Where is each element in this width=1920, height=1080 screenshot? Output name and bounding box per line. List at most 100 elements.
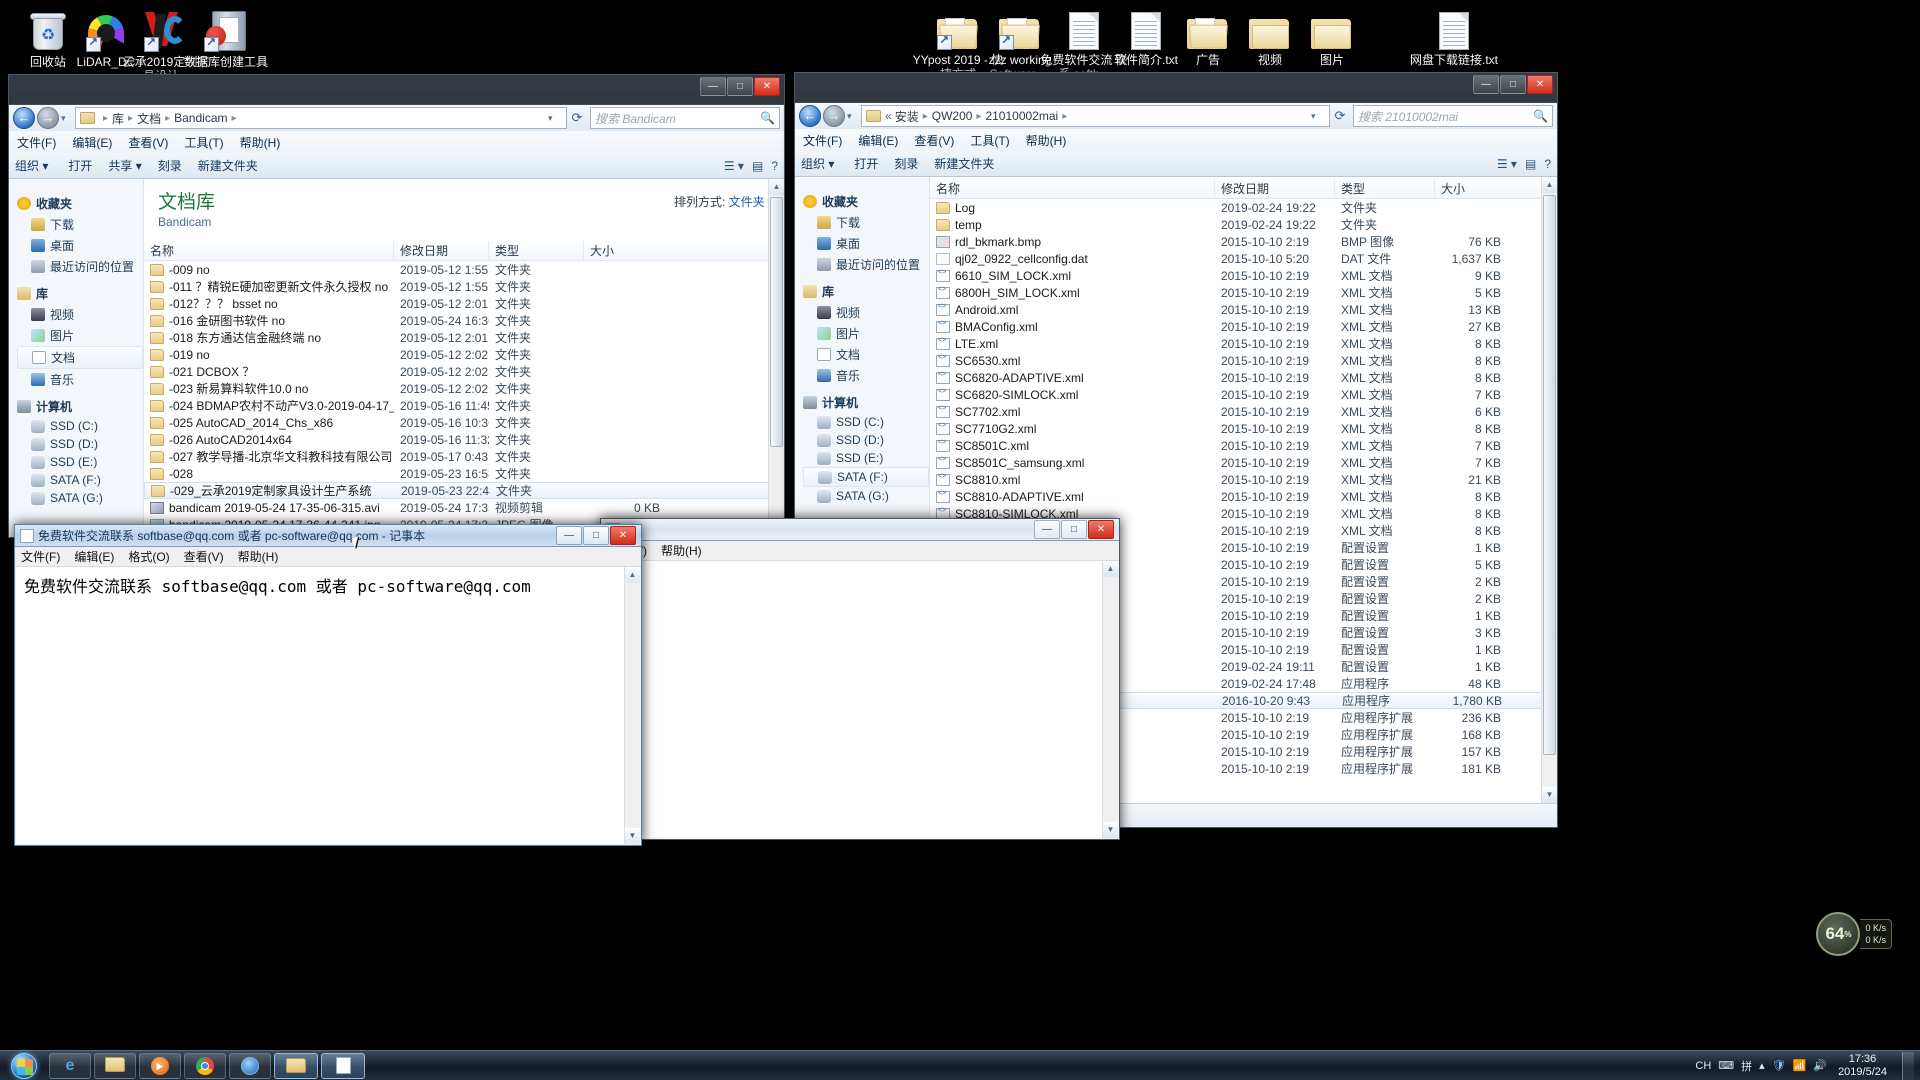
menu-item-view[interactable]: 查看(V) — [184, 548, 224, 565]
menu-item-file[interactable]: 文件(F) — [17, 134, 56, 151]
pinyin-icon[interactable]: 拼 — [1741, 1058, 1752, 1074]
volume-icon[interactable]: 🔊 — [1813, 1059, 1827, 1072]
table-row[interactable]: -012？？？ bsset no 2019-05-12 2:01 文件夹 — [144, 295, 784, 312]
menu-item-help[interactable]: 帮助(H) — [238, 548, 279, 565]
navigation-pane[interactable]: 收藏夹 下载 桌面 最近访问的位置 库 视频 图片 文档 音乐 计算机 SSD … — [9, 179, 144, 537]
file-list-pane[interactable]: 文档库 Bandicam 排列方式: 文件夹 ▾ 名称 修改日期 类型 大小 -… — [144, 179, 784, 537]
nav-item-videos[interactable]: 视频 — [803, 302, 929, 323]
breadcrumb[interactable]: « 安装 ▸ QW200 ▸ 21010002mai ▸ ▾ — [861, 105, 1330, 127]
nav-item-drive-e[interactable]: SSD (E:) — [17, 453, 143, 471]
forward-button[interactable]: → — [37, 107, 59, 129]
table-row[interactable]: -021 DCBOX ？ 2019-05-12 2:02 文件夹 — [144, 363, 784, 380]
nav-item-drive-e[interactable]: SSD (E:) — [803, 449, 929, 467]
taskbar-bandicam[interactable] — [229, 1052, 271, 1079]
ime-indicator[interactable]: CH — [1695, 1060, 1711, 1072]
table-row[interactable]: -024 BDMAP农村不动产V3.0-2019-04-17_64 (... 20… — [144, 397, 784, 414]
start-button[interactable] — [2, 1052, 46, 1080]
vertical-scrollbar[interactable]: ▲ ▼ — [1102, 561, 1118, 838]
help-icon[interactable]: ? — [1544, 157, 1551, 171]
refresh-icon[interactable]: ⟳ — [1330, 105, 1350, 127]
table-row[interactable]: bandicam 2019-05-24 17-35-06-315.avi 2019… — [144, 499, 784, 516]
column-header-name[interactable]: 名称 — [144, 240, 394, 261]
taskbar-explorer-window[interactable] — [274, 1052, 318, 1079]
nav-group-favorites[interactable]: 收藏夹 — [803, 193, 929, 210]
table-row[interactable]: SC6820-ADAPTIVE.xml 2015-10-10 2:19 XML 文档… — [930, 369, 1557, 386]
menu-item-edit[interactable]: 编辑(E) — [72, 134, 112, 151]
close-button[interactable]: ✕ — [610, 526, 636, 545]
nav-item-desktop[interactable]: 桌面 — [17, 235, 143, 256]
refresh-icon[interactable]: ⟳ — [567, 107, 587, 129]
nav-item-drive-c[interactable]: SSD (C:) — [17, 417, 143, 435]
table-row[interactable]: -027 教学导播-北京华文科教科技有限公司 华文... 2019-05-17 0… — [144, 448, 784, 465]
table-row[interactable]: temp 2019-02-24 19:22 文件夹 — [930, 216, 1557, 233]
table-row[interactable]: 6610_SIM_LOCK.xml 2015-10-10 2:19 XML 文档 9 … — [930, 267, 1557, 284]
breadcrumb-item-1[interactable]: 安装 — [895, 108, 919, 125]
table-row[interactable]: LTE.xml 2015-10-10 2:19 XML 文档 8 KB — [930, 335, 1557, 352]
column-header-date[interactable]: 修改日期 — [394, 240, 489, 261]
minimize-button[interactable]: — — [1473, 75, 1499, 94]
change-view-icon[interactable]: ☰ ▾ — [1497, 157, 1517, 171]
notepad-text-area[interactable] — [602, 561, 1102, 838]
breadcrumb-item-1[interactable]: 文档 — [137, 110, 161, 127]
scroll-up-arrow-icon[interactable]: ▲ — [769, 179, 784, 195]
breadcrumb[interactable]: ▸ 库 ▸ 文档 ▸ Bandicam ▸ ▾ — [75, 107, 567, 129]
desktop-icon-database-create-tool[interactable]: 数据库创建工具 — [178, 4, 274, 69]
nav-item-pictures[interactable]: 图片 — [17, 325, 143, 346]
table-row[interactable]: -025 AutoCAD_2014_Chs_x86 2019-05-16 10:3… — [144, 414, 784, 431]
breadcrumb-item-2[interactable]: QW200 — [932, 109, 973, 123]
nav-item-pictures[interactable]: 图片 — [803, 323, 929, 344]
scrollbar-thumb[interactable] — [1543, 195, 1556, 755]
table-row[interactable]: SC8810.xml 2015-10-10 2:19 XML 文档 21 KB — [930, 471, 1557, 488]
table-row[interactable]: SC6820-SIMLOCK.xml 2015-10-10 2:19 XML 文档 7… — [930, 386, 1557, 403]
desktop-icon-pictures-folder[interactable]: 图片 — [1284, 2, 1380, 67]
vertical-scrollbar[interactable]: ▲ ▼ — [624, 567, 640, 844]
window-titlebar[interactable]: — □ ✕ — [9, 75, 784, 105]
nav-item-drive-f[interactable]: SATA (F:) — [17, 471, 143, 489]
maximize-button[interactable]: □ — [1500, 75, 1526, 94]
nav-item-drive-c[interactable]: SSD (C:) — [803, 413, 929, 431]
chevron-up-icon[interactable]: ▴ — [1759, 1059, 1765, 1072]
table-row[interactable]: Log 2019-02-24 19:22 文件夹 — [930, 199, 1557, 216]
new-folder-button[interactable]: 新建文件夹 — [198, 157, 258, 174]
preview-pane-icon[interactable]: ▤ — [1525, 157, 1536, 171]
table-row[interactable]: Android.xml 2015-10-10 2:19 XML 文档 13 KB — [930, 301, 1557, 318]
table-row[interactable]: -023 新易算料软件10.0 no 2019-05-12 2:02 文件夹 — [144, 380, 784, 397]
menu-item-view[interactable]: 查看(V) — [128, 134, 168, 151]
minimize-button[interactable]: — — [700, 77, 726, 96]
minimize-button[interactable]: — — [556, 526, 582, 545]
nav-item-videos[interactable]: 视频 — [17, 304, 143, 325]
menu-item-help[interactable]: 帮助(H) — [240, 134, 281, 151]
menu-item-edit[interactable]: 编辑(E) — [74, 548, 114, 565]
maximize-button[interactable]: □ — [727, 77, 753, 96]
table-row[interactable]: SC8501C_samsung.xml 2015-10-10 2:19 XML 文档… — [930, 454, 1557, 471]
breadcrumb-overflow[interactable]: « — [885, 109, 892, 123]
table-row[interactable]: qj02_0922_cellconfig.dat 2015-10-10 5:20 D… — [930, 250, 1557, 267]
search-input[interactable]: 搜索 Bandicam 🔍 — [590, 107, 780, 129]
clock[interactable]: 17:36 2019/5/24 — [1834, 1053, 1891, 1079]
vertical-scrollbar[interactable]: ▲ ▼ — [1541, 177, 1557, 803]
nav-group-libraries[interactable]: 库 — [17, 285, 143, 302]
notepad-text-area[interactable]: 免费软件交流联系 softbase@qq.com 或者 pc-software@… — [16, 567, 624, 844]
nav-item-documents[interactable]: 文档 — [17, 346, 143, 369]
forward-button[interactable]: → — [823, 105, 845, 127]
breadcrumb-item-2[interactable]: Bandicam — [174, 111, 227, 125]
column-header-type[interactable]: 类型 — [489, 240, 584, 261]
organize-button[interactable]: 组织 ▾ — [801, 155, 834, 172]
menu-item-help[interactable]: 帮助(H) — [661, 542, 702, 559]
vertical-scrollbar[interactable]: ▲ ▼ — [768, 179, 784, 537]
back-button[interactable]: ← — [799, 105, 821, 127]
menu-item-tools[interactable]: 工具(T) — [184, 134, 223, 151]
nav-item-documents[interactable]: 文档 — [803, 344, 929, 365]
nav-item-music[interactable]: 音乐 — [803, 365, 929, 386]
column-header-name[interactable]: 名称 — [930, 178, 1215, 199]
menu-item-file[interactable]: 文件(F) — [803, 132, 842, 149]
close-button[interactable]: ✕ — [1088, 520, 1114, 539]
preview-pane-icon[interactable]: ▤ — [752, 159, 763, 173]
taskbar-explorer[interactable] — [94, 1052, 136, 1079]
scroll-up-arrow-icon[interactable]: ▲ — [1103, 561, 1118, 577]
window-titlebar[interactable]: — □ ✕ — [795, 73, 1557, 103]
menu-item-edit[interactable]: 编辑(E) — [858, 132, 898, 149]
table-row[interactable]: SC7710G2.xml 2015-10-10 2:19 XML 文档 8 KB — [930, 420, 1557, 437]
table-row[interactable]: SC8810-ADAPTIVE.xml 2015-10-10 2:19 XML 文档… — [930, 488, 1557, 505]
table-row[interactable]: -018 东方通达信金融终端 no 2019-05-12 2:01 文件夹 — [144, 329, 784, 346]
